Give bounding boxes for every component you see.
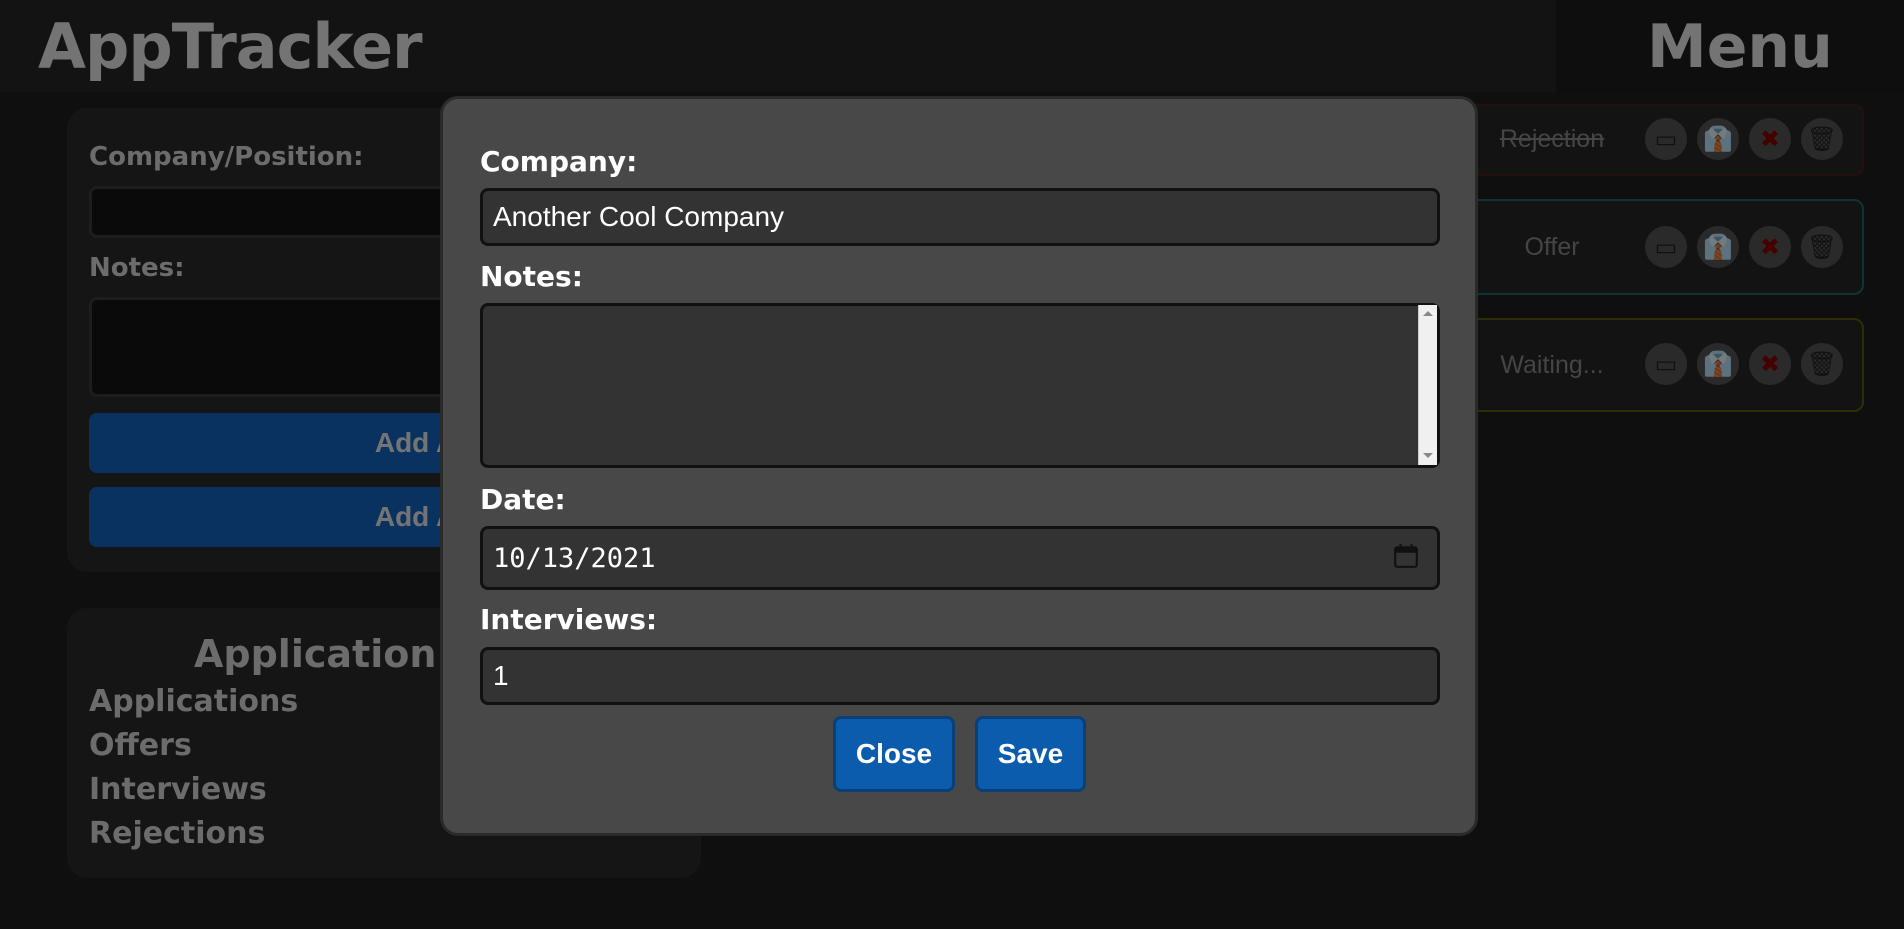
save-button-label: Save bbox=[997, 738, 1064, 769]
modal-date-value: 10/13/2021 bbox=[493, 542, 656, 574]
modal-company-label: Company: bbox=[480, 145, 638, 178]
modal-interviews-input[interactable]: 1 bbox=[480, 647, 1440, 705]
calendar-icon[interactable] bbox=[1393, 543, 1419, 569]
modal-date-input[interactable]: 10/13/2021 bbox=[480, 526, 1440, 590]
close-button-label: Close bbox=[855, 738, 933, 769]
modal-company-input[interactable]: Another Cool Company bbox=[480, 188, 1440, 246]
modal-interviews-label: Interviews: bbox=[480, 603, 658, 636]
scroll-down-icon[interactable] bbox=[1423, 453, 1433, 458]
modal-notes-label: Notes: bbox=[480, 260, 583, 293]
close-button[interactable]: Close bbox=[833, 716, 955, 792]
save-button[interactable]: Save bbox=[975, 716, 1086, 792]
modal-company-value: Another Cool Company bbox=[493, 201, 785, 232]
modal-date-label: Date: bbox=[480, 483, 566, 516]
modal-interviews-value: 1 bbox=[493, 660, 509, 691]
scroll-up-icon[interactable] bbox=[1423, 311, 1433, 316]
modal-notes-textarea[interactable] bbox=[480, 303, 1440, 468]
notes-scrollbar[interactable] bbox=[1418, 305, 1437, 465]
